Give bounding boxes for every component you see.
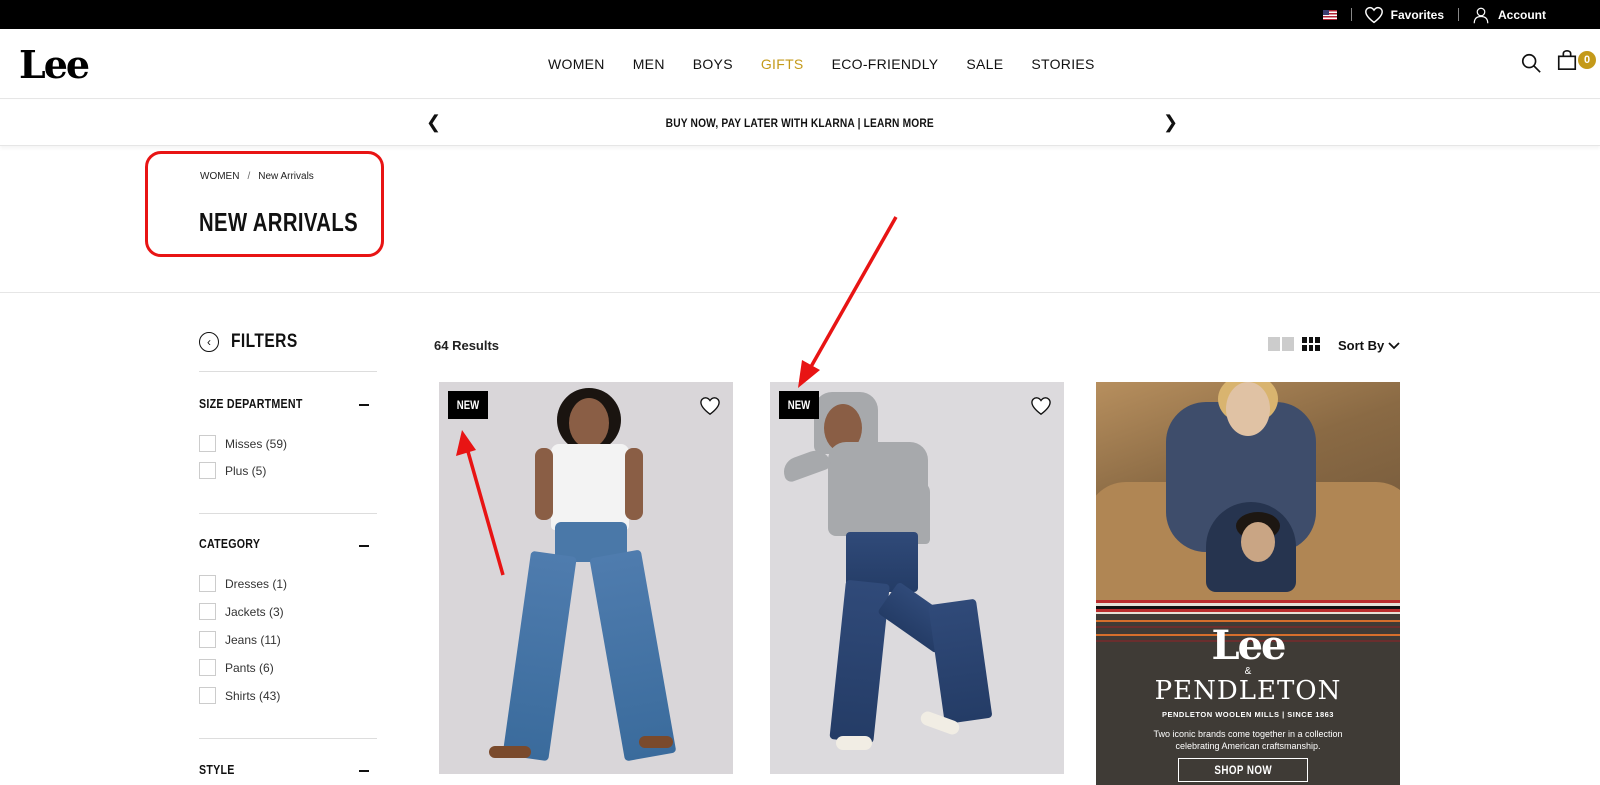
favorites-link[interactable]: Favorites [1364, 6, 1444, 24]
section-divider [0, 292, 1600, 293]
filter-divider [199, 738, 377, 739]
three-column-grid-icon[interactable] [1302, 337, 1320, 351]
new-badge: NEW [448, 391, 488, 419]
minus-icon[interactable] [359, 770, 369, 772]
filter-group-style[interactable]: STYLE [199, 762, 235, 777]
filters-header[interactable]: ‹ FILTERS [199, 331, 312, 353]
sort-dropdown[interactable]: Sort By [1338, 338, 1400, 353]
filter-divider [199, 513, 377, 514]
utility-bar: Favorites Account [0, 0, 1600, 29]
two-column-grid-icon[interactable] [1268, 337, 1294, 351]
grid-view-toggle [1268, 337, 1320, 351]
chevron-right-icon[interactable]: ❯ [1163, 112, 1178, 133]
heart-icon[interactable] [699, 396, 721, 416]
nav-women[interactable]: WOMEN [548, 56, 605, 72]
new-badge: NEW [779, 391, 819, 419]
filter-option-pants[interactable]: Pants (6) [199, 659, 274, 676]
filter-option-misses[interactable]: Misses (59) [199, 435, 287, 452]
filter-option-label: Shirts (43) [225, 688, 281, 703]
checkbox[interactable] [199, 603, 216, 620]
lee-logo: Lee [1211, 622, 1286, 669]
header-actions: 0 [1520, 49, 1596, 76]
minus-icon[interactable] [359, 404, 369, 406]
promo-photo [1096, 382, 1400, 612]
checkbox[interactable] [199, 575, 216, 592]
chevron-down-icon [1388, 341, 1400, 349]
filter-option-label: Misses (59) [225, 436, 288, 451]
filter-option-jeans[interactable]: Jeans (11) [199, 631, 281, 648]
product-image[interactable] [770, 382, 1064, 774]
promo-panel: Lee & PENDLETON PENDLETON WOOLEN MILLS |… [1096, 614, 1400, 785]
pendleton-logo: PENDLETON [1154, 676, 1342, 706]
checkbox[interactable] [199, 659, 216, 676]
results-count: 64 Results [434, 338, 500, 353]
filter-option-label: Jeans (11) [225, 632, 281, 647]
lee-pendleton-promo-tile[interactable]: Lee & PENDLETON PENDLETON WOOLEN MILLS |… [1096, 382, 1400, 785]
filters-title: FILTERS [231, 331, 298, 352]
filter-option-label: Dresses (1) [225, 576, 288, 591]
nav-men[interactable]: MEN [633, 56, 665, 72]
account-label: Account [1498, 7, 1546, 22]
checkbox[interactable] [199, 462, 216, 479]
pendleton-tagline: PENDLETON WOOLEN MILLS | SINCE 1863 [1162, 710, 1334, 719]
product-card[interactable]: NEW [770, 382, 1064, 774]
blanket-stripes [1096, 600, 1400, 614]
shop-now-button[interactable]: SHOP NOW [1178, 758, 1308, 782]
arrow-annotation [798, 216, 898, 388]
heart-icon [1364, 6, 1383, 23]
minus-icon[interactable] [359, 545, 369, 547]
promo-text[interactable]: BUY NOW, PAY LATER WITH KLARNA | LEARN M… [666, 116, 934, 130]
cart-button[interactable]: 0 [1556, 49, 1596, 76]
filter-option-label: Pants (6) [225, 660, 274, 675]
filter-group-size-department[interactable]: SIZE DEPARTMENT [199, 396, 303, 411]
nav-boys[interactable]: BOYS [693, 56, 733, 72]
user-icon [1473, 7, 1489, 23]
filter-option-label: Jackets (3) [225, 604, 284, 619]
sort-label: Sort By [1338, 338, 1385, 353]
product-image[interactable] [439, 382, 733, 774]
main-nav: WOMEN MEN BOYS GIFTS ECO-FRIENDLY SALE S… [548, 29, 1123, 99]
search-icon[interactable] [1520, 52, 1542, 74]
filter-divider [199, 371, 377, 372]
favorites-label: Favorites [1390, 7, 1444, 22]
shopping-bag-icon [1557, 50, 1577, 70]
annotation-highlight-box [145, 151, 384, 257]
us-flag-icon[interactable] [1322, 9, 1337, 20]
site-header: Lee WOMEN MEN BOYS GIFTS ECO-FRIENDLY SA… [0, 29, 1600, 99]
heart-icon[interactable] [1030, 396, 1052, 416]
account-link[interactable]: Account [1471, 6, 1546, 24]
nav-eco-friendly[interactable]: ECO-FRIENDLY [832, 56, 939, 72]
nav-gifts[interactable]: GIFTS [761, 56, 804, 72]
chevron-left-icon[interactable]: ❮ [426, 112, 441, 133]
promo-description: Two iconic brands come together in a col… [1153, 729, 1343, 751]
nav-sale[interactable]: SALE [966, 56, 1003, 72]
cart-count-badge: 0 [1578, 51, 1596, 69]
chevron-left-circle-icon: ‹ [199, 332, 219, 352]
filter-group-category[interactable]: CATEGORY [199, 536, 260, 551]
promo-banner: ❮ BUY NOW, PAY LATER WITH KLARNA | LEARN… [0, 100, 1600, 146]
checkbox[interactable] [199, 435, 216, 452]
filter-option-jackets[interactable]: Jackets (3) [199, 603, 284, 620]
nav-stories[interactable]: STORIES [1031, 56, 1094, 72]
checkbox[interactable] [199, 631, 216, 648]
filter-option-label: Plus (5) [225, 463, 267, 478]
divider [1350, 8, 1352, 21]
filter-option-plus[interactable]: Plus (5) [199, 462, 266, 479]
lee-logo[interactable]: Lee [19, 42, 90, 87]
checkbox[interactable] [199, 687, 216, 704]
product-card[interactable]: NEW [439, 382, 733, 774]
divider [1458, 8, 1459, 21]
filter-option-dresses[interactable]: Dresses (1) [199, 575, 287, 592]
filter-option-shirts[interactable]: Shirts (43) [199, 687, 280, 704]
